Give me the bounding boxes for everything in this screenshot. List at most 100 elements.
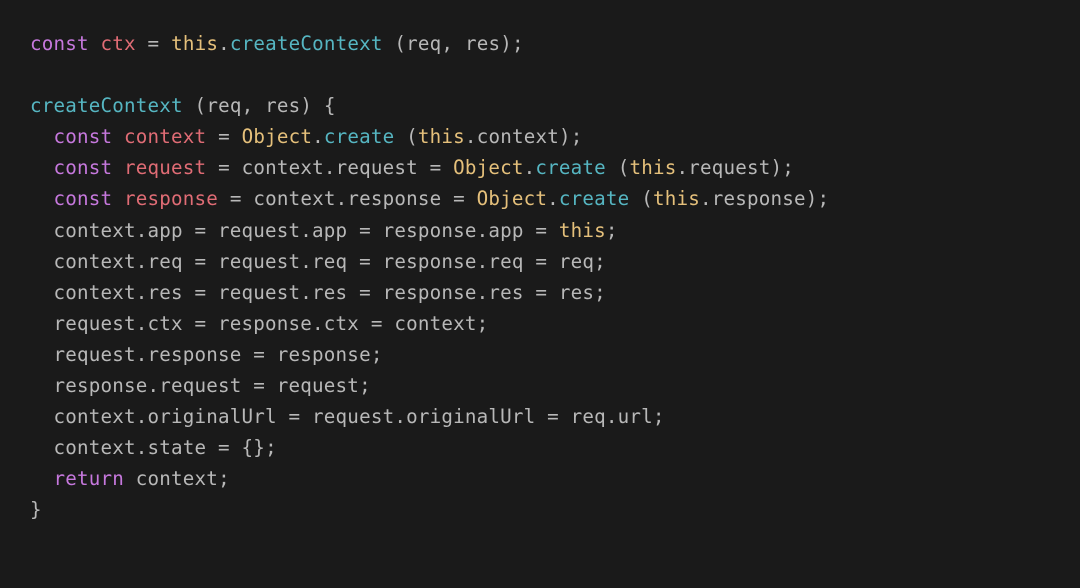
indent: [30, 436, 54, 459]
lparen: (: [618, 156, 630, 179]
param-req: req: [206, 94, 241, 117]
method-create: create: [535, 156, 606, 179]
dot: .: [218, 32, 230, 55]
rparen: ): [771, 156, 783, 179]
operator-eq: =: [136, 32, 171, 55]
var-context: context: [124, 125, 206, 148]
rparen: ): [806, 187, 818, 210]
indent: [30, 281, 54, 304]
indent: [30, 125, 54, 148]
keyword-return: return: [54, 467, 125, 490]
indent: [30, 343, 54, 366]
empty-object: {}: [242, 436, 266, 459]
prop-context: context: [477, 125, 559, 148]
semicolon: ;: [218, 467, 230, 490]
assign-chain: response.request = request;: [54, 374, 371, 397]
keyword-this: this: [653, 187, 700, 210]
method-create: create: [559, 187, 630, 210]
dot: .: [336, 187, 348, 210]
space: [383, 32, 395, 55]
code-line: const request = context.request = Object…: [30, 156, 794, 179]
assign-chain: context.req = request.req = response.req…: [54, 250, 606, 273]
indent: [30, 219, 54, 242]
semicolon: ;: [606, 219, 618, 242]
lbrace: {: [324, 94, 336, 117]
prop-response: response: [712, 187, 806, 210]
return-value: context: [136, 467, 218, 490]
method-createContext: createContext: [230, 32, 383, 55]
dot: .: [524, 156, 536, 179]
var-response: response: [124, 187, 218, 210]
arg-res: res: [465, 32, 500, 55]
semicolon: ;: [512, 32, 524, 55]
dot: .: [700, 187, 712, 210]
dot: .: [676, 156, 688, 179]
expr: context: [242, 156, 324, 179]
space: [629, 187, 641, 210]
rparen: ): [559, 125, 571, 148]
dot: .: [312, 125, 324, 148]
expr: context: [253, 187, 335, 210]
assign-chain: context.originalUrl = request.originalUr…: [54, 405, 665, 428]
code-line: return context;: [30, 467, 230, 490]
lparen: (: [641, 187, 653, 210]
code-line: context.res = request.res = response.res…: [30, 281, 606, 304]
semicolon: ;: [818, 187, 830, 210]
indent: [30, 250, 54, 273]
code-line: request.ctx = response.ctx = context;: [30, 312, 488, 335]
arg-req: req: [406, 32, 441, 55]
prop-request: request: [336, 156, 418, 179]
indent: [30, 467, 54, 490]
semicolon: ;: [782, 156, 794, 179]
operator-eq: =: [206, 156, 241, 179]
keyword-this: this: [418, 125, 465, 148]
space: [312, 94, 324, 117]
assign-chain: context.state =: [54, 436, 242, 459]
keyword-const: const: [30, 32, 89, 55]
assign-chain: context.app = request.app = response.app…: [54, 219, 559, 242]
var-ctx: ctx: [101, 32, 136, 55]
keyword-this: this: [171, 32, 218, 55]
fn-name: createContext: [30, 94, 183, 117]
assign-chain: request.ctx = response.ctx = context;: [54, 312, 489, 335]
rparen: ): [300, 94, 312, 117]
keyword-this: this: [559, 219, 606, 242]
lparen: (: [394, 32, 406, 55]
dot: .: [547, 187, 559, 210]
indent: [30, 156, 54, 179]
comma: ,: [242, 94, 266, 117]
param-res: res: [265, 94, 300, 117]
keyword-const: const: [54, 125, 113, 148]
code-line: }: [30, 498, 42, 521]
code-line: const context = Object.create (this.cont…: [30, 125, 582, 148]
code-block: const ctx = this.createContext (req, res…: [0, 0, 1080, 554]
operator-eq: =: [441, 187, 476, 210]
indent: [30, 405, 54, 428]
indent: [30, 187, 54, 210]
operator-eq: =: [418, 156, 453, 179]
code-line: context.originalUrl = request.originalUr…: [30, 405, 665, 428]
keyword-this: this: [629, 156, 676, 179]
space: [124, 467, 136, 490]
space: [606, 156, 618, 179]
indent: [30, 312, 54, 335]
prop-request: request: [688, 156, 770, 179]
code-line: context.state = {};: [30, 436, 277, 459]
keyword-const: const: [54, 187, 113, 210]
prop-response: response: [347, 187, 441, 210]
code-line: const ctx = this.createContext (req, res…: [30, 32, 524, 55]
operator-eq: =: [206, 125, 241, 148]
rparen: ): [500, 32, 512, 55]
space: [394, 125, 406, 148]
operator-eq: =: [218, 187, 253, 210]
code-line: const response = context.response = Obje…: [30, 187, 829, 210]
assign-chain: context.res = request.res = response.res…: [54, 281, 606, 304]
keyword-const: const: [54, 156, 113, 179]
semicolon: ;: [571, 125, 583, 148]
code-line: createContext (req, res) {: [30, 94, 336, 117]
dot: .: [324, 156, 336, 179]
lparen: (: [406, 125, 418, 148]
indent: [30, 374, 54, 397]
method-create: create: [324, 125, 395, 148]
object-global: Object: [242, 125, 313, 148]
